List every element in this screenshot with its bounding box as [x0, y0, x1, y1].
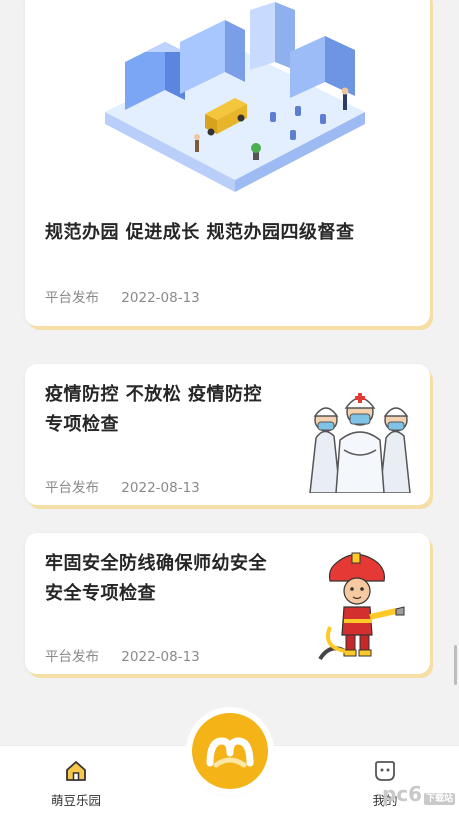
scrollbar-thumb[interactable] — [454, 645, 457, 685]
news-card[interactable]: 规范办园 促进成长 规范办园四级督查 平台发布 2022-08-13 — [25, 0, 430, 326]
news-title: 牢固安全防线确保师幼安全安全专项检查 — [45, 553, 267, 604]
news-date: 2022-08-13 — [121, 480, 200, 496]
mengdou-logo-icon — [206, 737, 254, 768]
news-meta: 平台发布 2022-08-13 — [45, 645, 200, 665]
news-meta: 平台发布 2022-08-13 — [45, 476, 200, 496]
mine-face-icon — [375, 761, 395, 781]
school-campus-illustration — [105, 2, 365, 192]
medical-staff-illustration — [309, 393, 411, 493]
news-source: 平台发布 — [45, 480, 99, 496]
news-card[interactable]: 牢固安全防线确保师幼安全安全专项检查 平台发布 2022-08-13 — [25, 533, 430, 674]
news-title: 疫情防控 不放松 疫情防控专项检查 — [45, 384, 263, 435]
firefighter-kid-illustration — [318, 552, 405, 661]
news-date: 2022-08-13 — [121, 649, 200, 665]
watermark-suffix: 下载站 — [424, 793, 456, 805]
tab-home[interactable]: 萌豆乐园 — [31, 760, 121, 809]
center-action-button[interactable] — [192, 713, 268, 789]
site-watermark: pc6 下载站 — [382, 782, 456, 806]
news-meta: 平台发布 2022-08-13 — [45, 286, 200, 306]
watermark-text: pc6 — [382, 782, 423, 806]
news-feed: 规范办园 促进成长 规范办园四级督查 平台发布 2022-08-13 疫情防控 … — [0, 0, 459, 745]
home-icon — [66, 761, 86, 781]
news-card[interactable]: 疫情防控 不放松 疫情防控专项检查 平台发布 2022-08-13 — [25, 364, 430, 505]
news-date: 2022-08-13 — [121, 290, 200, 306]
tab-home-label: 萌豆乐园 — [50, 793, 101, 808]
news-title: 规范办园 促进成长 规范办园四级督查 — [45, 222, 355, 243]
news-source: 平台发布 — [45, 649, 99, 665]
news-source: 平台发布 — [45, 290, 99, 306]
